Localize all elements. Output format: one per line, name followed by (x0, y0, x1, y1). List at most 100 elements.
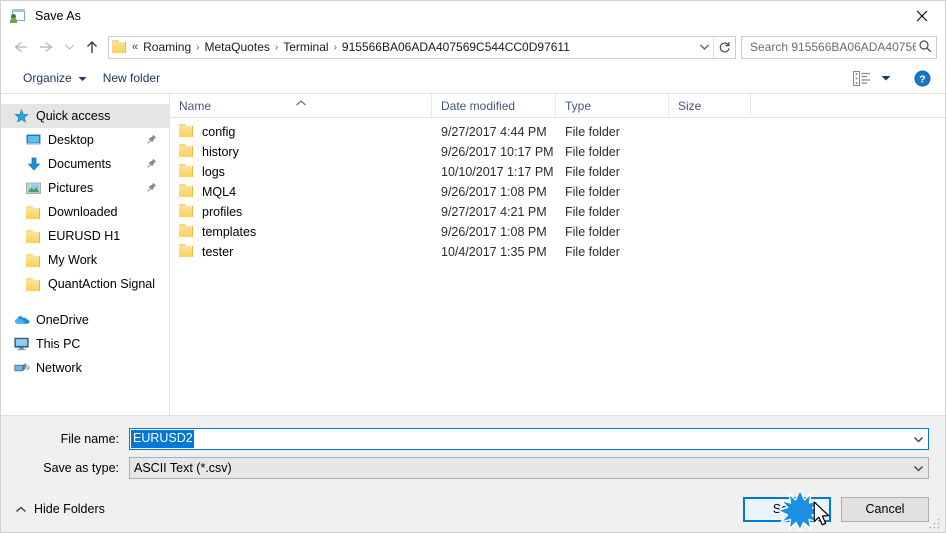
close-icon[interactable] (899, 1, 945, 31)
hide-folders-button[interactable]: Hide Folders (11, 498, 109, 520)
folder-icon (25, 229, 42, 243)
folder-icon (179, 164, 195, 180)
sidebar-item-eurusd-h1[interactable]: EURUSD H1 (1, 224, 169, 248)
file-name-chevron-down-icon[interactable] (908, 436, 928, 443)
documents-download-icon (25, 157, 42, 172)
column-header-type[interactable]: Type (556, 94, 669, 117)
table-row[interactable]: tester 10/4/2017 1:35 PM File folder (170, 242, 945, 262)
this-pc-icon (13, 337, 30, 351)
address-dropdown-chevron-down-icon[interactable] (695, 43, 713, 51)
table-row[interactable]: profiles 9/27/2017 4:21 PM File folder (170, 202, 945, 222)
table-row[interactable]: logs 10/10/2017 1:17 PM File folder (170, 162, 945, 182)
dialog-buttons: Save Cancel (743, 496, 929, 522)
sidebar-item-network[interactable]: Network (1, 356, 169, 380)
file-date-cell: 9/26/2017 1:08 PM (441, 225, 547, 239)
table-row[interactable]: config 9/27/2017 4:44 PM File folder (170, 122, 945, 142)
view-options-caret-down-icon[interactable] (877, 66, 895, 90)
folder-icon (179, 184, 195, 200)
file-name-label: templates (202, 225, 257, 239)
star-pin-icon (13, 108, 30, 124)
save-button[interactable]: Save (743, 496, 831, 522)
sidebar-item-downloaded[interactable]: Downloaded (1, 200, 169, 224)
pin-icon[interactable] (147, 181, 157, 195)
column-header-label: Name (179, 98, 212, 113)
help-icon[interactable]: ? (909, 66, 935, 90)
column-header-label: Date modified (441, 98, 516, 113)
dialog-footer: Hide Folders Save Cancel (1, 486, 945, 532)
forward-button[interactable] (33, 34, 59, 60)
organize-label: Organize (23, 71, 72, 85)
file-name-cell: profiles (170, 204, 432, 220)
breadcrumb-item-roaming[interactable]: Roaming (139, 39, 195, 55)
folder-icon (25, 277, 42, 291)
sidebar-item-documents[interactable]: Documents (1, 152, 169, 176)
breadcrumb-item-terminal[interactable]: Terminal (279, 39, 332, 55)
refresh-icon[interactable] (713, 36, 735, 58)
file-name-label: logs (202, 165, 225, 179)
file-type-cell: File folder (565, 125, 620, 139)
file-name-cell: logs (170, 164, 432, 180)
address-bar[interactable]: « Roaming › MetaQuotes › Terminal › 9155… (108, 35, 736, 59)
file-name-cell: templates (170, 224, 432, 240)
table-row[interactable]: history 9/26/2017 10:17 PM File folder (170, 142, 945, 162)
file-name-label: config (202, 125, 236, 139)
breadcrumb-item-metaquotes[interactable]: MetaQuotes (201, 39, 274, 55)
file-list: Name Date modified Type Size config 9/27… (170, 94, 945, 415)
save-as-type-chevron-down-icon[interactable] (908, 465, 928, 472)
cancel-button[interactable]: Cancel (841, 496, 929, 522)
table-row[interactable]: MQL4 9/26/2017 1:08 PM File folder (170, 182, 945, 202)
pin-icon[interactable] (147, 133, 157, 147)
sidebar-item-label: This PC (36, 337, 81, 351)
column-header-name[interactable]: Name (170, 94, 432, 117)
list-view-icon[interactable] (849, 66, 875, 90)
back-button[interactable] (7, 34, 33, 60)
save-as-window-icon (10, 8, 26, 24)
folder-icon (179, 144, 195, 160)
file-type-cell: File folder (565, 185, 620, 199)
sidebar-item-this-pc[interactable]: This PC (1, 332, 169, 356)
file-name-cell: config (170, 124, 432, 140)
sidebar-item-label: Network (36, 361, 82, 375)
new-folder-button[interactable]: New folder (95, 68, 168, 88)
file-date-cell: 9/27/2017 4:21 PM (441, 205, 547, 219)
save-as-type-select[interactable]: ASCII Text (*.csv) (129, 457, 929, 479)
save-as-type-label: Save as type: (43, 461, 119, 475)
hide-folders-label: Hide Folders (34, 502, 105, 516)
folder-icon (25, 253, 42, 267)
sidebar-item-label: OneDrive (36, 313, 89, 327)
file-date-cell: 9/26/2017 10:17 PM (441, 145, 554, 159)
file-name-cell: tester (170, 244, 432, 260)
search-box[interactable] (741, 35, 937, 59)
column-header-date-modified[interactable]: Date modified (432, 94, 556, 117)
sidebar-item-onedrive[interactable]: OneDrive (1, 308, 169, 332)
column-header-filler (751, 94, 945, 117)
column-header-size[interactable]: Size (669, 94, 751, 117)
sidebar-item-quantaction-signal[interactable]: QuantAction Signal (1, 272, 169, 296)
folder-icon (112, 40, 128, 54)
sidebar-item-pictures[interactable]: Pictures (1, 176, 169, 200)
breadcrumb-item-terminal-id[interactable]: 915566BA06ADA407569C544CC0D97611 (338, 39, 574, 55)
sidebar-item-label: Downloaded (48, 205, 118, 219)
file-type-cell: File folder (565, 165, 620, 179)
sidebar-item-quick-access[interactable]: Quick access (1, 104, 169, 128)
organize-button[interactable]: Organize (15, 68, 95, 88)
sidebar-item-desktop[interactable]: Desktop (1, 128, 169, 152)
search-icon[interactable] (918, 39, 932, 56)
file-date-cell: 9/26/2017 1:08 PM (441, 185, 547, 199)
network-icon (13, 361, 30, 375)
command-bar-right: ? (849, 66, 935, 90)
breadcrumb-overflow[interactable]: « (130, 41, 139, 53)
up-button[interactable] (79, 34, 105, 60)
sidebar-item-label: Pictures (48, 181, 94, 195)
resize-grip-icon[interactable] (929, 517, 941, 529)
recent-locations-chevron-down-icon[interactable] (59, 34, 79, 60)
file-name-cell: history (170, 144, 432, 160)
table-row[interactable]: templates 9/26/2017 1:08 PM File folder (170, 222, 945, 242)
file-name-input[interactable]: EURUSD2 (129, 428, 929, 450)
sort-ascending-icon (295, 95, 306, 109)
folder-icon (179, 124, 195, 140)
file-name-value: EURUSD2 (131, 430, 194, 448)
search-input[interactable] (748, 39, 918, 55)
sidebar-item-my-work[interactable]: My Work (1, 248, 169, 272)
pin-icon[interactable] (147, 157, 157, 171)
